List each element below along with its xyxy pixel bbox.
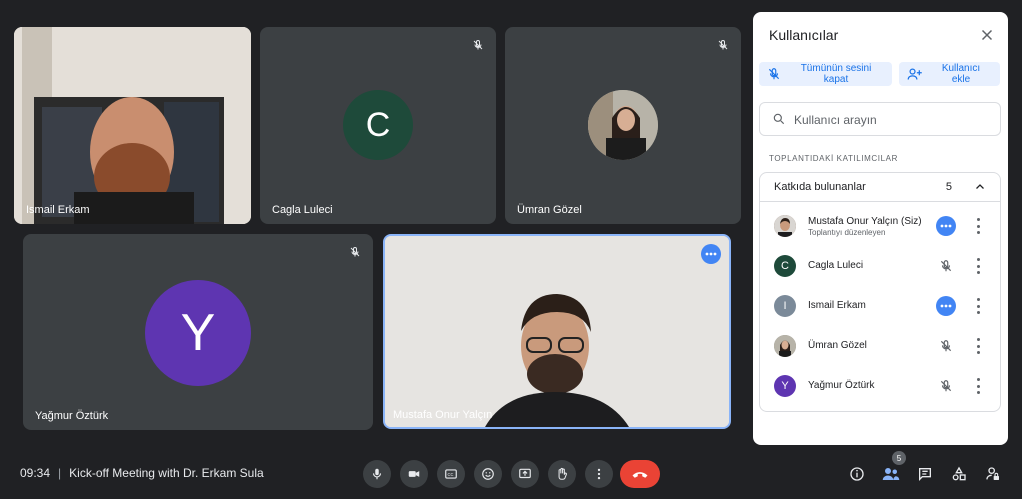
more-vert-icon[interactable] [974, 218, 982, 234]
video-tile-umran-gozel[interactable]: Ümran Gözel [505, 27, 741, 224]
more-vert-icon[interactable] [974, 258, 982, 274]
people-button[interactable] [881, 464, 901, 484]
video-tile-yagmur-ozturk[interactable]: Y Yağmur Öztürk [23, 234, 373, 430]
chat-button[interactable] [915, 464, 935, 484]
chat-icon [919, 468, 931, 481]
camera-icon [408, 471, 420, 477]
mute-all-button[interactable]: Tümünün sesini kapat [759, 62, 892, 86]
svg-text:CC: CC [448, 472, 454, 477]
participant-name: Yağmur Öztürk [35, 410, 109, 422]
present-icon [519, 468, 531, 479]
reactions-button[interactable] [474, 460, 502, 488]
speaking-icon [936, 296, 956, 316]
group-title: Katkıda bulunanlar [774, 181, 866, 193]
more-options-button[interactable] [585, 460, 613, 488]
participant-name: Ismail Erkam [26, 204, 90, 216]
participant-name: Cagla Luleci [272, 204, 333, 216]
avatar: Y [145, 280, 251, 386]
avatar: C [774, 255, 796, 277]
participant-row[interactable]: I Ismail Erkam [760, 286, 1000, 326]
captions-button[interactable]: CC [437, 460, 465, 488]
participant-name: Ismail Erkam [808, 300, 866, 311]
participant-row[interactable]: C Cagla Luleci [760, 246, 1000, 286]
mic-off-icon [936, 336, 956, 356]
mic-off-icon [936, 256, 956, 276]
participants-group: Katkıda bulunanlar 5 Mustafa Onur Yalçın… [759, 172, 1001, 412]
video-tile-cagla-luleci[interactable]: C Cagla Luleci [260, 27, 496, 224]
participant-name: Mustafa Onur Yalçın [393, 409, 493, 421]
avatar [774, 215, 796, 237]
mic-off-icon [768, 68, 780, 80]
microphone-icon [372, 468, 382, 480]
chevron-up-icon [976, 184, 984, 189]
participant-row[interactable]: Mustafa Onur Yalçın (Siz) Toplantıyı düz… [760, 206, 1000, 246]
lock-person-icon [986, 467, 999, 480]
video-tile-ismail-erkam[interactable]: Ismail Erkam [14, 27, 251, 224]
search-icon [773, 113, 785, 125]
people-panel: Kullanıcılar Tümünün sesini kapat Kullan… [753, 12, 1008, 445]
mic-off-icon [715, 37, 731, 53]
more-vert-icon[interactable] [974, 298, 982, 314]
participant-name: Mustafa Onur Yalçın (Siz) [808, 216, 922, 227]
add-people-button[interactable]: Kullanıcı ekle [899, 62, 1000, 86]
section-label: TOPLANTIDAKİ KATILIMCILAR [769, 154, 898, 163]
host-controls-button[interactable] [983, 464, 1003, 484]
more-vert-icon [597, 468, 601, 480]
group-count: 5 [945, 181, 952, 193]
video-feed [385, 236, 729, 427]
close-icon[interactable] [978, 26, 996, 44]
end-call-icon [632, 472, 648, 478]
avatar [774, 335, 796, 357]
avatar: Y [774, 375, 796, 397]
more-options-icon[interactable] [701, 244, 721, 264]
mic-off-icon [347, 244, 363, 260]
participant-row[interactable]: Ümran Gözel [760, 326, 1000, 366]
camera-button[interactable] [400, 460, 428, 488]
emoji-icon [482, 468, 494, 480]
video-tile-mustafa-onur-yalcin[interactable]: Mustafa Onur Yalçın [383, 234, 731, 429]
avatar [588, 90, 658, 160]
participant-name: Yağmur Öztürk [808, 380, 875, 391]
mic-off-icon [936, 376, 956, 396]
info-icon [850, 467, 864, 481]
video-feed [14, 27, 251, 224]
more-vert-icon[interactable] [974, 378, 982, 394]
meeting-info: 09:34 | Kick-off Meeting with Dr. Erkam Su… [20, 466, 264, 480]
people-count-badge: 5 [892, 451, 906, 465]
participant-name: Ümran Gözel [808, 340, 867, 351]
captions-icon: CC [445, 469, 457, 479]
raise-hand-button[interactable] [548, 460, 576, 488]
activities-icon [952, 466, 966, 481]
participant-role: Toplantıyı düzenleyen [808, 228, 886, 237]
present-screen-button[interactable] [511, 460, 539, 488]
avatar: C [343, 90, 413, 160]
speaking-icon [936, 216, 956, 236]
search-placeholder: Kullanıcı arayın [794, 113, 877, 127]
add-person-icon [907, 68, 922, 80]
panel-title: Kullanıcılar [769, 27, 839, 43]
mic-off-icon [470, 37, 486, 53]
participant-row[interactable]: Y Yağmur Öztürk [760, 366, 1000, 406]
meeting-details-button[interactable] [847, 464, 867, 484]
search-input[interactable]: Kullanıcı arayın [759, 102, 1001, 136]
avatar: I [774, 295, 796, 317]
meeting-title: Kick-off Meeting with Dr. Erkam Sula [69, 466, 264, 480]
leave-call-button[interactable] [620, 460, 660, 488]
participant-name: Ümran Gözel [517, 204, 582, 216]
microphone-button[interactable] [363, 460, 391, 488]
more-vert-icon[interactable] [974, 338, 982, 354]
hand-icon [558, 467, 567, 480]
people-icon [882, 468, 900, 480]
add-people-label: Kullanıcı ekle [941, 63, 981, 85]
separator: | [58, 466, 62, 480]
group-header[interactable]: Katkıda bulunanlar 5 [760, 173, 1000, 202]
participant-name: Cagla Luleci [808, 260, 864, 271]
mute-all-label: Tümünün sesini kapat [800, 63, 872, 85]
meeting-time: 09:34 [20, 466, 51, 480]
activities-button[interactable] [949, 464, 969, 484]
